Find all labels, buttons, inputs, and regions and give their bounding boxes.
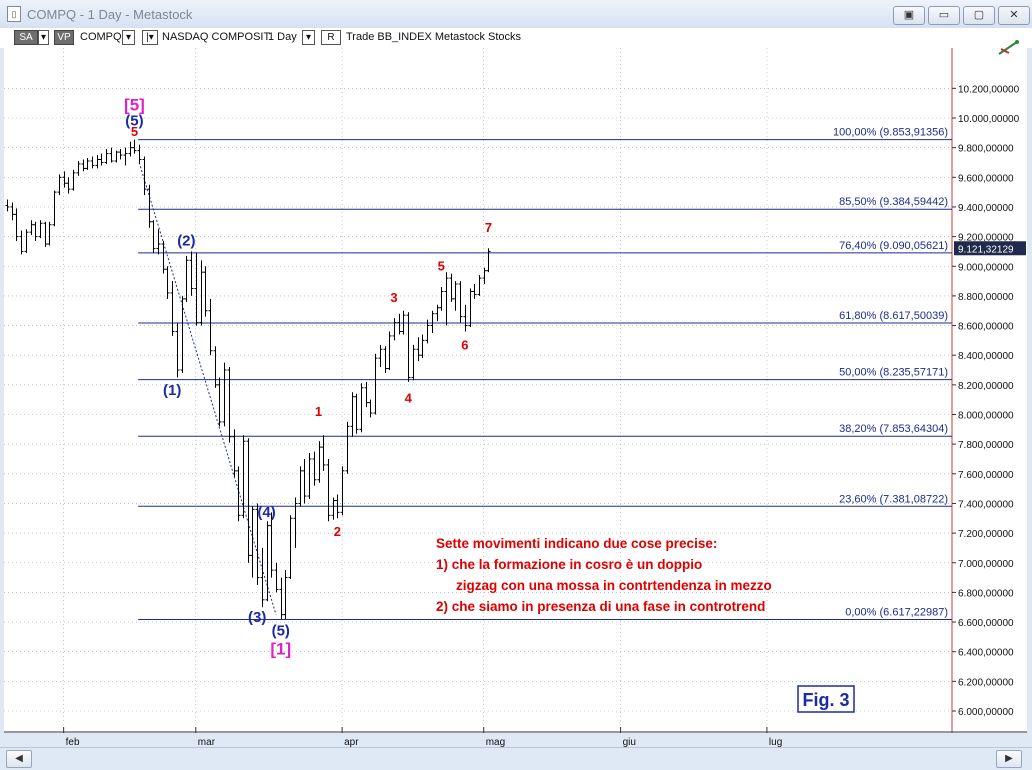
fib-level-label: 100,00% (9.853,91356): [833, 127, 948, 139]
y-tick-label: 8.400,00000: [958, 351, 1014, 362]
y-tick-label: 7.600,00000: [958, 470, 1014, 481]
period-dropdown-icon[interactable]: ▾: [302, 30, 315, 45]
wave-label: 3: [390, 290, 397, 305]
wave-label: 6: [461, 337, 468, 352]
y-tick-label: 10.000,00000: [958, 114, 1020, 125]
horizontal-scrollbar[interactable]: ◀ ▶: [0, 747, 1032, 770]
fig-label: Fig. 3: [802, 690, 849, 710]
wave-label: 5: [131, 124, 138, 139]
sa-dropdown-icon[interactable]: ▾: [38, 30, 49, 45]
period-icon[interactable]: |▾: [142, 30, 158, 45]
wave-label: 5: [438, 259, 445, 274]
annotation-line: Sette movimenti indicano due cose precis…: [436, 536, 717, 551]
fib-level-label: 61,80% (8.617,50039): [839, 310, 948, 322]
r-button[interactable]: R: [321, 30, 341, 45]
wave-label: (1): [163, 382, 181, 399]
y-tick-label: 9.800,00000: [958, 144, 1014, 155]
wave-label: 1: [315, 404, 322, 419]
y-tick-label: 9.000,00000: [958, 262, 1014, 273]
wave-label: (2): [177, 232, 195, 249]
fib-level-label: 85,50% (9.384,59442): [839, 196, 948, 208]
security-name: NASDAQ COMPOSIT: [162, 31, 271, 43]
y-tick-label: 7.800,00000: [958, 440, 1014, 451]
wave-label: 7: [485, 220, 492, 235]
chart-tool-icon[interactable]: [997, 39, 1021, 57]
vp-button[interactable]: VP: [54, 30, 74, 45]
restore-icon[interactable]: ▣: [893, 6, 925, 25]
y-tick-label: 6.800,00000: [958, 588, 1014, 599]
y-tick-label: 6.400,00000: [958, 648, 1014, 659]
fib-level-label: 38,20% (7.853,64304): [839, 423, 948, 435]
wave-label: [1]: [270, 640, 291, 659]
wave-label: (4): [257, 504, 275, 521]
annotation-line: zigzag con una mossa in contrtendenza in…: [456, 578, 772, 593]
symbol-dropdown-icon[interactable]: ▾: [122, 30, 135, 45]
period-label: 1 Day: [268, 31, 297, 43]
wave-label: (3): [248, 609, 266, 626]
fib-level-label: 50,00% (8.235,57171): [839, 367, 948, 379]
trendline: [138, 162, 277, 615]
y-tick-label: 7.200,00000: [958, 529, 1014, 540]
fib-level-label: 76,40% (9.090,05621): [839, 240, 948, 252]
window-title: COMPQ - 1 Day - Metastock: [27, 7, 193, 22]
toolbar-links[interactable]: Trade BB_INDEX Metastock Stocks: [346, 30, 521, 45]
maximize-button[interactable]: ▢: [963, 6, 995, 25]
chart-area[interactable]: 6.000,00000 6.200,00000 6.400,00000 6.600,0…: [4, 28, 1027, 748]
y-tick-label: 9.600,00000: [958, 173, 1014, 184]
fib-level-label: 23,60% (7.381,08722): [839, 493, 948, 505]
y-tick-label: 10.200,00000: [958, 84, 1020, 95]
wave-label: 4: [405, 391, 413, 406]
y-tick-label: 8.600,00000: [958, 322, 1014, 333]
price-chart[interactable]: 6.000,00000 6.200,00000 6.400,00000 6.600,0…: [4, 28, 1027, 748]
symbol-label: COMPQ: [80, 31, 122, 43]
fib-level-label: 0,00% (6.617,22987): [845, 606, 948, 618]
document-icon[interactable]: ▯: [7, 6, 21, 22]
y-tick-label: 7.000,00000: [958, 559, 1014, 570]
scroll-left-icon[interactable]: ◀: [6, 750, 32, 768]
y-tick-label: 6.600,00000: [958, 618, 1014, 629]
y-tick-label: 6.200,00000: [958, 677, 1014, 688]
wave-label: 2: [334, 524, 341, 539]
wave-label: (5): [272, 622, 290, 639]
annotation-line: 1) che la formazione in cosro è un doppi…: [436, 557, 702, 572]
y-tick-label: 8.800,00000: [958, 292, 1014, 303]
close-button[interactable]: ✕: [998, 6, 1030, 25]
y-tick-label: 6.000,00000: [958, 707, 1014, 718]
y-tick-label: 9.400,00000: [958, 203, 1014, 214]
y-tick-label: 8.200,00000: [958, 381, 1014, 392]
y-tick-label: 7.400,00000: [958, 499, 1014, 510]
sa-button[interactable]: SA: [14, 30, 38, 45]
title-bar: ▯ COMPQ - 1 Day - Metastock ▣ ▭ ▢ ✕: [0, 0, 1032, 29]
chart-toolbar: SA ▾ VP COMPQ ▾ |▾ NASDAQ COMPOSIT 1 Day…: [0, 28, 1032, 55]
scroll-right-icon[interactable]: ▶: [996, 750, 1022, 768]
y-tick-label: 8.000,00000: [958, 411, 1014, 422]
annotation-line: 2) che siamo in presenza di una fase in …: [436, 599, 765, 614]
last-price-label: 9.121,32129: [958, 244, 1014, 255]
minimize-button[interactable]: ▭: [928, 6, 960, 25]
